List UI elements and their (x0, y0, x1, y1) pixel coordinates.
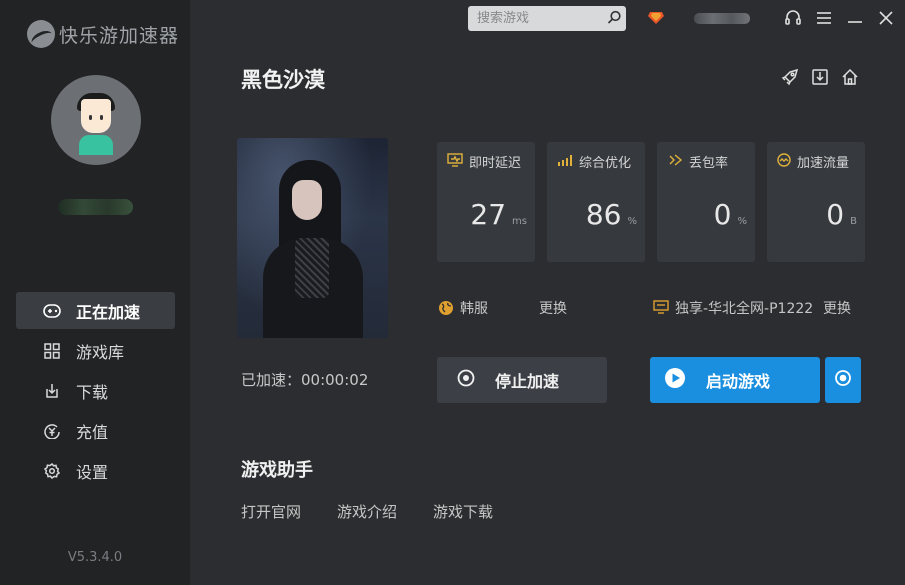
stat-card-packet-loss: 丢包率 0% (657, 142, 755, 262)
game-download-link[interactable]: 游戏下载 (433, 501, 493, 522)
search-icon[interactable] (607, 10, 622, 29)
logo-text: 快乐游加速器 (59, 24, 180, 47)
search-input[interactable] (468, 6, 626, 31)
home-icon[interactable] (841, 68, 859, 86)
stat-unit: % (737, 216, 747, 227)
stop-acceleration-button[interactable]: 停止加速 (437, 357, 607, 403)
official-site-link[interactable]: 打开官网 (241, 501, 301, 522)
stat-value: 0 (826, 198, 845, 231)
nav-label: 正在加速 (76, 302, 141, 322)
stat-label: 综合优化 (579, 156, 632, 171)
stat-unit: % (627, 216, 637, 227)
version-label: V5.3.4.0 (67, 550, 123, 565)
title-bar (190, 0, 905, 38)
vip-gem-icon[interactable] (647, 10, 665, 29)
stop-icon (457, 369, 475, 391)
minimize-icon[interactable] (846, 9, 864, 27)
change-server-link[interactable]: 更换 (539, 298, 567, 318)
nav-label: 下载 (76, 382, 109, 402)
gear-icon (43, 462, 61, 480)
recharge-icon (43, 422, 61, 440)
game-helper-title: 游戏助手 (241, 460, 313, 481)
packet-loss-icon (667, 153, 683, 171)
stat-value: 27 (470, 198, 507, 231)
nav-item-recharge[interactable]: 充值 (16, 412, 175, 449)
game-helper-links: 打开官网 游戏介绍 游戏下载 (241, 501, 493, 522)
accelerated-duration: 已加速：00:00:02 (241, 371, 369, 389)
region-row: 韩服 更换 独享-华北全网-P1222 更换 (437, 298, 867, 318)
target-icon (834, 369, 852, 391)
server-node: 独享-华北全网-P1222 (675, 301, 814, 317)
stat-label: 即时延迟 (469, 156, 522, 171)
stats-panel: 即时延迟 27 ms 综合优化 86% 丢包率 0% 加速流量 0B (437, 142, 865, 262)
nav-item-game-library[interactable]: 游戏库 (16, 332, 175, 369)
optimize-icon (557, 153, 573, 171)
username-blurred (58, 199, 133, 215)
change-node-link[interactable]: 更换 (823, 298, 851, 318)
account-blurred[interactable] (694, 13, 750, 24)
stat-label: 加速流量 (797, 156, 850, 171)
stat-label: 丢包率 (689, 156, 729, 171)
game-cover-image (237, 138, 388, 338)
nav-label: 设置 (76, 462, 109, 482)
start-label: 启动游戏 (706, 372, 771, 391)
grid-icon (43, 342, 61, 360)
sidebar-nav: 正在加速 游戏库 下载 充值 设置 (16, 292, 175, 492)
stat-card-latency: 即时延迟 27 ms (437, 142, 535, 262)
headset-icon[interactable] (784, 9, 802, 27)
play-icon (664, 367, 686, 393)
menu-icon[interactable] (815, 9, 833, 27)
stat-value: 86 (585, 198, 622, 231)
traffic-icon (777, 152, 791, 171)
avatar[interactable] (51, 75, 141, 165)
stat-unit: B (850, 216, 857, 227)
window-controls (784, 9, 895, 27)
server-node-icon (653, 300, 669, 318)
close-icon[interactable] (877, 9, 895, 27)
game-title: 黑色沙漠 (241, 68, 325, 92)
rocket-icon[interactable] (781, 68, 799, 86)
stat-card-traffic: 加速流量 0B (767, 142, 865, 262)
nav-item-accelerating[interactable]: 正在加速 (16, 292, 175, 329)
game-intro-link[interactable]: 游戏介绍 (337, 501, 397, 522)
sidebar: 快乐游加速器 正在加速 游戏库 下载 充值 设置 V5.3.4.0 (0, 0, 190, 585)
latency-icon (447, 152, 463, 171)
nav-item-settings[interactable]: 设置 (16, 452, 175, 489)
stat-value: 0 (713, 198, 732, 231)
start-game-button[interactable]: 启动游戏 (650, 357, 820, 403)
stop-label: 停止加速 (495, 372, 560, 391)
nav-item-download[interactable]: 下载 (16, 372, 175, 409)
stat-unit: ms (512, 216, 527, 227)
nav-label: 游戏库 (76, 342, 125, 362)
download-icon (43, 382, 61, 400)
server-region: 韩服 (460, 301, 488, 317)
nav-label: 充值 (76, 422, 109, 442)
app-logo: 快乐游加速器 (27, 20, 179, 48)
locate-game-button[interactable] (825, 357, 861, 403)
logo-icon (27, 20, 55, 48)
title-actions (781, 68, 859, 86)
globe-icon (438, 300, 454, 320)
gamepad-icon (43, 302, 61, 320)
stat-card-optimization: 综合优化 86% (547, 142, 645, 262)
download-icon[interactable] (811, 68, 829, 86)
